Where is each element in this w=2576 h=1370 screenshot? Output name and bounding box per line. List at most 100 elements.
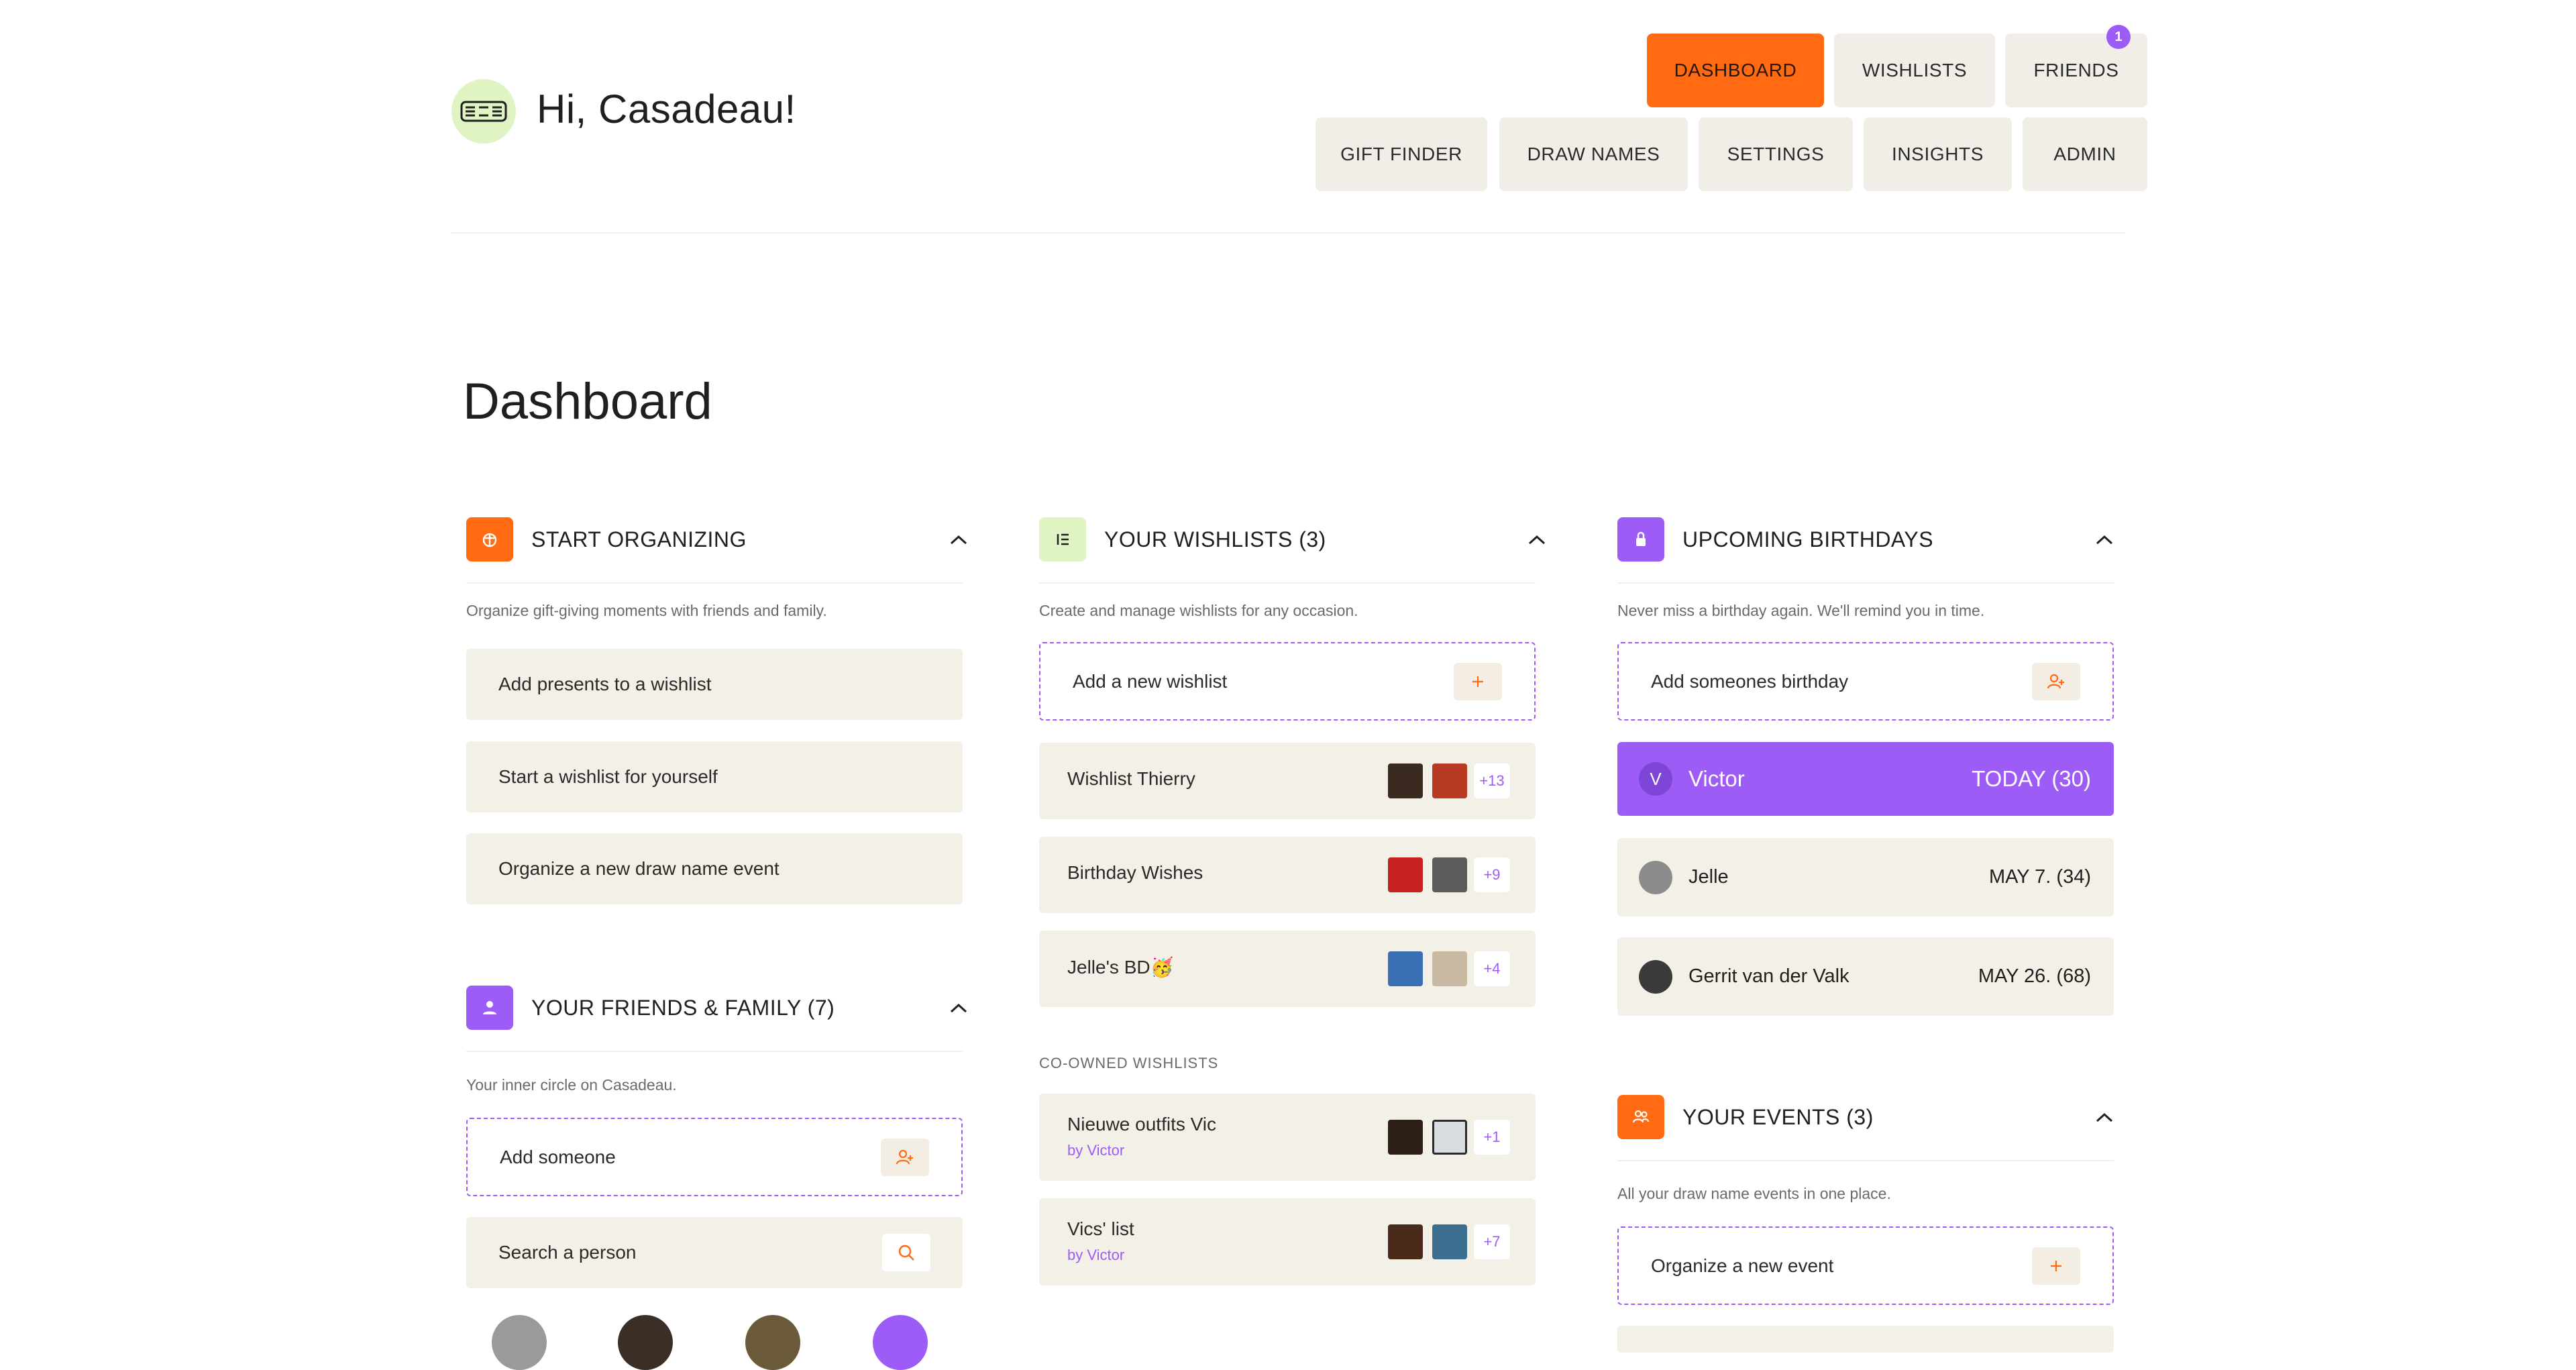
friends-notification-badge: 1 [2106, 25, 2131, 49]
avatar: V [1639, 762, 1672, 796]
birthday-date: MAY 26. (68) [1978, 965, 2091, 987]
add-birthday-label: Add someones birthday [1651, 670, 1849, 692]
wishlist-card[interactable]: Jelle's BD🥳 +4 [1039, 931, 1536, 1007]
wishlist-owner: by Victor [1067, 1247, 1125, 1263]
greeting: Hi, Casadeau! [537, 87, 796, 131]
section-divider [1617, 1160, 2114, 1161]
co-owned-wishlist-card[interactable]: Vics' list by Victor +7 [1039, 1198, 1536, 1285]
wishlist-name: Birthday Wishes [1067, 862, 1203, 883]
chevron-up-icon[interactable] [2093, 1110, 2116, 1125]
wishlist-thumbnail [1388, 763, 1423, 798]
organize-event-label: Organize a new event [1651, 1255, 1834, 1276]
friend-avatar[interactable] [492, 1315, 547, 1370]
add-someone-button[interactable]: Add someone [466, 1118, 963, 1196]
wishlist-name: Jelle's BD🥳 [1067, 957, 1174, 978]
plus-icon[interactable] [1454, 662, 1502, 700]
wishlist-name: Vics' list [1067, 1218, 1134, 1239]
action-organize-draw[interactable]: Organize a new draw name event [466, 833, 963, 904]
nav-settings[interactable]: SETTINGS [1699, 117, 1853, 191]
add-birthday-button[interactable]: Add someones birthday [1617, 642, 2114, 721]
section-title-birthdays: UPCOMING BIRTHDAYS [1682, 527, 1934, 551]
friend-avatar[interactable] [618, 1315, 673, 1370]
add-wishlist-button[interactable]: Add a new wishlist [1039, 642, 1536, 721]
co-owned-wishlist-card[interactable]: Nieuwe outfits Vic by Victor +1 [1039, 1094, 1536, 1181]
search-icon[interactable] [882, 1234, 930, 1271]
birthday-item[interactable]: Gerrit van der Valk MAY 26. (68) [1617, 937, 2114, 1016]
plus-icon[interactable] [2032, 1247, 2080, 1285]
chevron-up-icon[interactable] [947, 533, 970, 547]
nav-wishlists[interactable]: WISHLISTS [1834, 34, 1995, 107]
wishlist-thumbnail [1432, 857, 1467, 892]
section-description: All your draw name events in one place. [1617, 1185, 1891, 1202]
action-label: Organize a new draw name event [498, 858, 780, 879]
chevron-up-icon[interactable] [1525, 533, 1548, 547]
nav-admin[interactable]: ADMIN [2023, 117, 2147, 191]
nav-dashboard[interactable]: DASHBOARD [1647, 34, 1824, 107]
birthday-date: MAY 7. (34) [1988, 866, 2091, 888]
section-divider [1039, 582, 1536, 584]
section-description: Create and manage wishlists for any occa… [1039, 602, 1358, 619]
search-person-button[interactable]: Search a person [466, 1217, 963, 1288]
wishlist-thumbnail [1432, 763, 1467, 798]
birthday-item-today[interactable]: V Victor TODAY (30) [1617, 742, 2114, 816]
birthday-name: Jelle [1688, 866, 1729, 888]
add-wishlist-label: Add a new wishlist [1073, 670, 1228, 692]
wishlist-thumbnail [1432, 951, 1467, 986]
add-user-icon[interactable] [2032, 662, 2080, 700]
friend-avatar[interactable] [745, 1315, 800, 1370]
add-user-icon[interactable] [881, 1138, 929, 1176]
birthday-item[interactable]: Jelle MAY 7. (34) [1617, 838, 2114, 916]
page-title: Dashboard [463, 373, 712, 430]
section-divider [1617, 582, 2114, 584]
wishlist-more-count: +4 [1474, 951, 1510, 986]
birthday-name: Victor [1688, 766, 1745, 791]
section-title-start-organizing: START ORGANIZING [531, 527, 747, 551]
brand-logo-icon[interactable] [451, 79, 516, 144]
organize-event-button[interactable]: Organize a new event [1617, 1226, 2114, 1305]
action-start-wishlist[interactable]: Start a wishlist for yourself [466, 741, 963, 812]
wishlist-card[interactable]: Wishlist Thierry +13 [1039, 743, 1536, 819]
wishlist-name: Wishlist Thierry [1067, 768, 1195, 789]
section-description: Never miss a birthday again. We'll remin… [1617, 602, 1985, 619]
wishlist-owner: by Victor [1067, 1142, 1125, 1159]
gift-icon [466, 517, 513, 562]
avatar [1639, 959, 1672, 994]
section-title-wishlists: YOUR WISHLISTS (3) [1104, 527, 1326, 551]
section-description: Organize gift-giving moments with friend… [466, 602, 827, 619]
wishlist-more-count: +9 [1474, 857, 1510, 892]
wishlist-card[interactable]: Birthday Wishes +9 [1039, 837, 1536, 913]
wishlist-thumbnail [1388, 1224, 1423, 1259]
action-label: Start a wishlist for yourself [498, 766, 718, 787]
person-icon [466, 986, 513, 1030]
friend-avatar[interactable] [873, 1315, 928, 1370]
wishlist-thumbnail [1388, 857, 1423, 892]
birthday-name: Gerrit van der Valk [1688, 965, 1849, 987]
header-divider [451, 232, 2125, 233]
co-owned-heading: CO-OWNED WISHLISTS [1039, 1055, 1219, 1071]
wishlist-thumbnail [1388, 1120, 1423, 1155]
wishlist-thumbnail [1432, 1120, 1467, 1155]
avatar [1639, 860, 1672, 894]
action-add-presents[interactable]: Add presents to a wishlist [466, 649, 963, 720]
wishlist-more-count: +1 [1474, 1120, 1510, 1155]
nav-insights[interactable]: INSIGHTS [1864, 117, 2012, 191]
section-divider [466, 582, 963, 584]
people-icon [1617, 1095, 1664, 1139]
event-card[interactable] [1617, 1326, 2114, 1353]
wishlist-thumbnail [1388, 951, 1423, 986]
nav-draw-names[interactable]: DRAW NAMES [1499, 117, 1688, 191]
chevron-up-icon[interactable] [947, 1001, 970, 1016]
section-divider [466, 1051, 963, 1052]
section-description: Your inner circle on Casadeau. [466, 1076, 677, 1094]
lock-icon [1617, 517, 1664, 562]
wishlist-name: Nieuwe outfits Vic [1067, 1114, 1217, 1135]
nav-gift-finder[interactable]: GIFT FINDER [1316, 117, 1487, 191]
list-icon [1039, 517, 1086, 562]
section-title-events: YOUR EVENTS (3) [1682, 1105, 1874, 1129]
search-person-label: Search a person [498, 1242, 637, 1263]
birthday-date: TODAY (30) [1972, 766, 2091, 791]
wishlist-thumbnail [1432, 1224, 1467, 1259]
add-someone-label: Add someone [500, 1146, 616, 1167]
section-title-friends-family: YOUR FRIENDS & FAMILY (7) [531, 996, 835, 1020]
chevron-up-icon[interactable] [2093, 533, 2116, 547]
